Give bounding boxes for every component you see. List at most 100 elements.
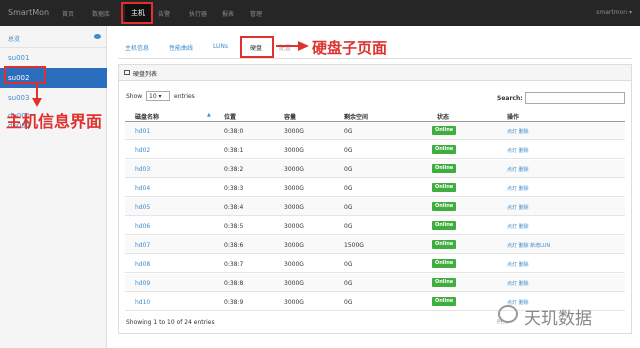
col-header-status[interactable]: 状态 xyxy=(437,112,449,121)
nav-executor[interactable]: 执行器 xyxy=(189,9,207,18)
disk-free-space: 0G xyxy=(344,185,353,192)
eye-icon[interactable] xyxy=(94,34,101,39)
col-header-capacity[interactable]: 容量 xyxy=(284,112,296,121)
disk-name-link[interactable]: hd08 xyxy=(135,261,150,268)
entries-label: entries xyxy=(174,93,195,100)
disk-position: 0:38:6 xyxy=(224,242,244,249)
show-label: Show xyxy=(126,93,143,100)
row-actions[interactable]: 点灯 删除 xyxy=(507,261,529,268)
status-badge: Online xyxy=(432,240,457,249)
list-icon xyxy=(124,70,130,75)
disk-position: 0:38:5 xyxy=(224,223,244,230)
row-actions[interactable]: 点灯 删除 xyxy=(507,185,529,192)
watermark: 天玑数据 xyxy=(498,302,638,329)
table-row: hd01 0:38:0 3000G 0G Online 点灯 删除 xyxy=(125,122,625,140)
disk-name-link[interactable]: hd10 xyxy=(135,299,150,306)
disk-capacity: 3000G xyxy=(284,261,304,268)
tab-luns[interactable]: LUNs xyxy=(213,43,228,50)
disk-name-link[interactable]: hd06 xyxy=(135,223,150,230)
nav-database[interactable]: 数据库 xyxy=(92,9,110,18)
col-header-position[interactable]: 位置 xyxy=(224,112,236,121)
sidebar-header: 总览 xyxy=(0,32,107,46)
table-row: hd02 0:38:1 3000G 0G Online 点灯 删除 xyxy=(125,141,625,159)
user-menu[interactable]: smartmon ▾ xyxy=(596,9,632,16)
tab-host-info[interactable]: 主机信息 xyxy=(125,43,149,52)
sidebar-item-su003[interactable]: su003 xyxy=(0,88,107,108)
entries-select[interactable]: 10 ▾ xyxy=(146,91,170,101)
panel-header: 硬盘列表 xyxy=(119,65,631,81)
disk-position: 0:38:7 xyxy=(224,261,244,268)
table-row: hd05 0:38:4 3000G 0G Online 点灯 删除 xyxy=(125,198,625,216)
table-info: Showing 1 to 10 of 24 entries xyxy=(126,319,215,326)
status-badge: Online xyxy=(432,183,457,192)
table-row: hd03 0:38:2 3000G 0G Online 点灯 删除 xyxy=(125,160,625,178)
search-input[interactable] xyxy=(525,92,625,104)
arrow-right-icon xyxy=(276,41,309,51)
row-actions[interactable]: 点灯 删除 新增LUN xyxy=(507,242,550,249)
nav-home[interactable]: 首页 xyxy=(62,9,74,18)
disk-name-link[interactable]: hd04 xyxy=(135,185,150,192)
disk-name-link[interactable]: hd05 xyxy=(135,204,150,211)
tab-performance[interactable]: 性能曲线 xyxy=(169,43,193,52)
disk-capacity: 3000G xyxy=(284,242,304,249)
disk-free-space: 0G xyxy=(344,280,353,287)
table-row: hd09 0:38:8 3000G 0G Online 点灯 删除 xyxy=(125,274,625,292)
disk-free-space: 0G xyxy=(344,128,353,135)
highlight-box-disk-tab xyxy=(240,36,274,58)
sidebar-item-su001[interactable]: su001 xyxy=(0,48,107,68)
disk-capacity: 3000G xyxy=(284,204,304,211)
status-badge: Online xyxy=(432,259,457,268)
disk-free-space: 0G xyxy=(344,299,353,306)
disk-position: 0:38:0 xyxy=(224,128,244,135)
disk-name-link[interactable]: hd07 xyxy=(135,242,150,249)
status-badge: Online xyxy=(432,202,457,211)
annotation-host-info: 主机信息界面 xyxy=(6,112,103,131)
disk-list-panel: 硬盘列表 Show 10 ▾ entries Search: 磁盘名称 ▲ 位置… xyxy=(118,64,632,334)
app-window: SmartMon 首页 数据库 主机 告警 执行器 报表 管理 smartmon… xyxy=(0,0,640,348)
row-actions[interactable]: 点灯 删除 xyxy=(507,223,529,230)
disk-free-space: 0G xyxy=(344,166,353,173)
search-label: Search: xyxy=(497,95,523,102)
disk-free-space: 0G xyxy=(344,147,353,154)
disk-position: 0:38:9 xyxy=(224,299,244,306)
disk-free-space: 0G xyxy=(344,261,353,268)
disk-free-space: 1500G xyxy=(344,242,364,249)
brand-logo[interactable]: SmartMon xyxy=(8,8,49,17)
row-actions[interactable]: 点灯 删除 xyxy=(507,147,529,154)
status-badge: Online xyxy=(432,297,457,306)
status-badge: Online xyxy=(432,145,457,154)
wechat-icon xyxy=(498,305,518,323)
col-header-name[interactable]: 磁盘名称 xyxy=(135,112,159,121)
disk-position: 0:38:2 xyxy=(224,166,244,173)
row-actions[interactable]: 点灯 删除 xyxy=(507,280,529,287)
top-navbar: SmartMon 首页 数据库 主机 告警 执行器 报表 管理 smartmon… xyxy=(0,0,640,26)
watermark-text: 天玑数据 xyxy=(524,309,592,329)
col-header-free[interactable]: 剩余空间 xyxy=(344,112,368,121)
nav-report[interactable]: 报表 xyxy=(222,9,234,18)
disk-capacity: 3000G xyxy=(284,128,304,135)
row-actions[interactable]: 点灯 删除 xyxy=(507,166,529,173)
annotation-disk-subpage: 硬盘子页面 xyxy=(312,39,388,57)
nav-alert[interactable]: 告警 xyxy=(158,9,170,18)
row-actions[interactable]: 点灯 删除 xyxy=(507,128,529,135)
sidebar-overview[interactable]: 总览 xyxy=(8,34,20,43)
disk-name-link[interactable]: hd03 xyxy=(135,166,150,173)
disk-position: 0:38:8 xyxy=(224,280,244,287)
table-row: hd04 0:38:3 3000G 0G Online 点灯 删除 xyxy=(125,179,625,197)
disk-name-link[interactable]: hd02 xyxy=(135,147,150,154)
status-badge: Online xyxy=(432,221,457,230)
nav-admin[interactable]: 管理 xyxy=(250,9,262,18)
status-badge: Online xyxy=(432,278,457,287)
row-actions[interactable]: 点灯 删除 xyxy=(507,204,529,211)
sort-asc-icon[interactable]: ▲ xyxy=(207,112,211,118)
table-row: hd08 0:38:7 3000G 0G Online 点灯 删除 xyxy=(125,255,625,273)
disk-name-link[interactable]: hd09 xyxy=(135,280,150,287)
highlight-box-su002 xyxy=(4,66,46,84)
disk-capacity: 3000G xyxy=(284,147,304,154)
disk-capacity: 3000G xyxy=(284,223,304,230)
highlight-box-nav-host xyxy=(121,2,153,24)
table-row: hd06 0:38:5 3000G 0G Online 点灯 删除 xyxy=(125,217,625,235)
disk-capacity: 3000G xyxy=(284,280,304,287)
disk-name-link[interactable]: hd01 xyxy=(135,128,150,135)
col-header-actions: 操作 xyxy=(507,114,520,121)
